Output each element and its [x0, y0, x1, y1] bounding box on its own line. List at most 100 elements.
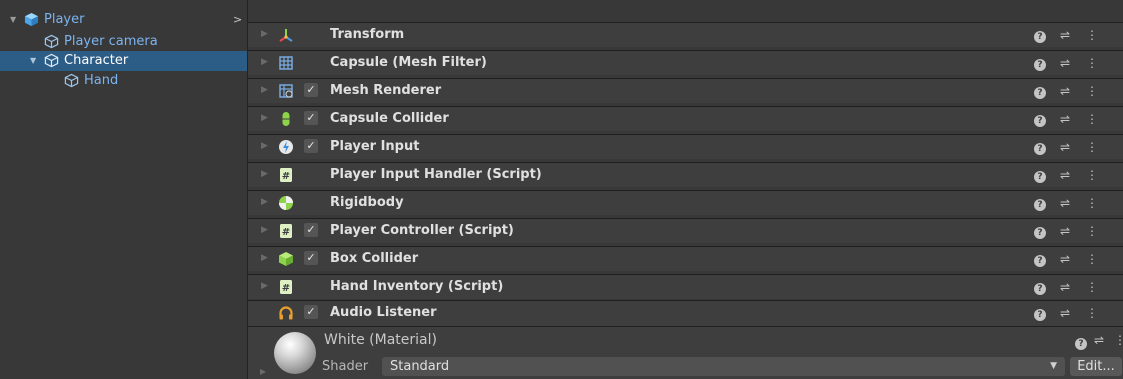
collapsed-arrow-icon[interactable]: ▶	[260, 367, 266, 376]
component-transform[interactable]: ▶ Transform ? ⇌ ⋮	[248, 22, 1123, 47]
enabled-checkbox[interactable]: ✓	[304, 111, 318, 125]
material-section: ▶ White (Material) ? ⇌ ⋮ Shader Standard…	[248, 326, 1123, 379]
kebab-menu-icon[interactable]: ⋮	[1086, 280, 1098, 294]
component-box-collider[interactable]: ▶ ✓ Box Collider ? ⇌ ⋮	[248, 246, 1123, 271]
kebab-menu-icon[interactable]: ⋮	[1086, 56, 1098, 70]
preset-icon[interactable]: ⇌	[1060, 252, 1070, 266]
help-icon[interactable]: ?	[1034, 140, 1046, 155]
help-icon[interactable]: ?	[1034, 168, 1046, 183]
svg-text:#: #	[282, 283, 290, 294]
kebab-menu-icon[interactable]: ⋮	[1086, 140, 1098, 154]
collapsed-arrow-icon[interactable]: ▶	[261, 29, 268, 39]
inspector-top-strip	[248, 0, 1123, 12]
preset-icon[interactable]: ⇌	[1060, 28, 1070, 42]
hierarchy-item-label: Character	[64, 53, 129, 68]
component-player-controller[interactable]: ▶ # ✓ Player Controller (Script) ? ⇌ ⋮	[248, 218, 1123, 243]
unity-editor: ▼ Player > Player camera ▼ Character Han…	[0, 0, 1123, 379]
help-icon[interactable]: ?	[1034, 112, 1046, 127]
chevron-down-icon: ▼	[1050, 361, 1057, 371]
kebab-menu-icon[interactable]: ⋮	[1114, 333, 1123, 347]
component-rigidbody[interactable]: ▶ Rigidbody ? ⇌ ⋮	[248, 190, 1123, 215]
help-icon[interactable]: ?	[1034, 252, 1046, 267]
hierarchy-item-label: Hand	[84, 73, 119, 88]
component-capsule-collider[interactable]: ▶ ✓ Capsule Collider ? ⇌ ⋮	[248, 106, 1123, 131]
script-icon: #	[280, 224, 292, 238]
material-preview-sphere[interactable]	[274, 332, 316, 374]
component-name: Player Input	[330, 139, 420, 154]
collapsed-arrow-icon[interactable]: ▶	[261, 57, 268, 67]
component-audio-listener[interactable]: ✓ Audio Listener ? ⇌ ⋮	[248, 300, 1123, 326]
collapsed-arrow-icon[interactable]: ▶	[261, 113, 268, 123]
hierarchy-item-character[interactable]: ▼ Character	[0, 51, 247, 71]
component-hand-inventory[interactable]: ▶ # Hand Inventory (Script) ? ⇌ ⋮	[248, 274, 1123, 299]
component-name: Transform	[330, 27, 405, 42]
preset-icon[interactable]: ⇌	[1060, 84, 1070, 98]
kebab-menu-icon[interactable]: ⋮	[1086, 306, 1098, 320]
shader-dropdown-value: Standard	[390, 359, 450, 374]
component-player-input[interactable]: ▶ ✓ Player Input ? ⇌ ⋮	[248, 134, 1123, 159]
player-input-icon	[279, 140, 293, 154]
kebab-menu-icon[interactable]: ⋮	[1086, 224, 1098, 238]
help-icon[interactable]: ?	[1034, 56, 1046, 71]
hierarchy-item-player[interactable]: ▼ Player	[0, 10, 247, 30]
collapsed-arrow-icon[interactable]: ▶	[261, 169, 268, 179]
gameobject-cube-icon	[44, 34, 59, 49]
component-name: Player Input Handler (Script)	[330, 167, 542, 182]
mesh-renderer-icon	[279, 84, 293, 98]
material-name: White (Material)	[324, 332, 437, 348]
preset-icon[interactable]: ⇌	[1060, 224, 1070, 238]
preset-icon[interactable]: ⇌	[1060, 306, 1070, 320]
hierarchy-item-hand[interactable]: Hand	[0, 71, 247, 91]
component-name: Capsule (Mesh Filter)	[330, 55, 487, 70]
component-name: Player Controller (Script)	[330, 223, 514, 238]
audio-listener-icon	[279, 306, 293, 320]
shader-label: Shader	[322, 359, 369, 374]
enabled-checkbox[interactable]: ✓	[304, 305, 318, 319]
collapsed-arrow-icon[interactable]: ▶	[261, 281, 268, 291]
kebab-menu-icon[interactable]: ⋮	[1086, 28, 1098, 42]
transform-icon	[279, 29, 293, 42]
edit-shader-button[interactable]: Edit...	[1070, 357, 1122, 376]
enabled-checkbox[interactable]: ✓	[304, 83, 318, 97]
preset-icon[interactable]: ⇌	[1060, 280, 1070, 294]
collapsed-arrow-icon[interactable]: ▶	[261, 85, 268, 95]
collapsed-arrow-icon[interactable]: ▶	[261, 141, 268, 151]
help-icon[interactable]: ?	[1034, 84, 1046, 99]
collapsed-arrow-icon[interactable]: ▶	[261, 225, 268, 235]
collapsed-arrow-icon[interactable]: ▶	[261, 197, 268, 207]
help-icon[interactable]: ?	[1034, 196, 1046, 211]
expanded-arrow-icon[interactable]: ▼	[30, 56, 40, 66]
enabled-checkbox[interactable]: ✓	[304, 251, 318, 265]
enabled-checkbox[interactable]: ✓	[304, 139, 318, 153]
kebab-menu-icon[interactable]: ⋮	[1086, 84, 1098, 98]
preset-icon[interactable]: ⇌	[1060, 168, 1070, 182]
kebab-menu-icon[interactable]: ⋮	[1086, 112, 1098, 126]
help-icon[interactable]: ?	[1034, 280, 1046, 295]
preset-icon[interactable]: ⇌	[1060, 196, 1070, 210]
kebab-menu-icon[interactable]: ⋮	[1086, 252, 1098, 266]
preset-icon[interactable]: ⇌	[1060, 56, 1070, 70]
hierarchy-panel: ▼ Player > Player camera ▼ Character Han…	[0, 0, 247, 379]
rigidbody-icon	[279, 196, 293, 210]
hierarchy-item-player-camera[interactable]: Player camera	[0, 31, 247, 51]
help-icon[interactable]: ?	[1034, 306, 1046, 321]
expanded-arrow-icon[interactable]: ▼	[10, 15, 20, 25]
preset-icon[interactable]: ⇌	[1094, 333, 1104, 347]
help-icon[interactable]: ?	[1034, 28, 1046, 43]
kebab-menu-icon[interactable]: ⋮	[1086, 168, 1098, 182]
kebab-menu-icon[interactable]: ⋮	[1086, 196, 1098, 210]
enabled-checkbox[interactable]: ✓	[304, 223, 318, 237]
preset-icon[interactable]: ⇌	[1060, 112, 1070, 126]
component-mesh-renderer[interactable]: ▶ ✓ Mesh Renderer ? ⇌ ⋮	[248, 78, 1123, 103]
help-icon[interactable]: ?	[1034, 224, 1046, 239]
collapsed-arrow-icon[interactable]: ▶	[261, 253, 268, 263]
component-name: Hand Inventory (Script)	[330, 279, 504, 294]
svg-text:#: #	[282, 171, 290, 182]
shader-dropdown[interactable]: Standard ▼	[382, 357, 1065, 376]
preset-icon[interactable]: ⇌	[1060, 140, 1070, 154]
component-player-input-handler[interactable]: ▶ # Player Input Handler (Script) ? ⇌ ⋮	[248, 162, 1123, 187]
mesh-filter-icon	[279, 56, 293, 70]
more-arrow-icon[interactable]: >	[233, 13, 242, 26]
help-icon[interactable]: ?	[1075, 335, 1087, 350]
component-mesh-filter[interactable]: ▶ Capsule (Mesh Filter) ? ⇌ ⋮	[248, 50, 1123, 75]
